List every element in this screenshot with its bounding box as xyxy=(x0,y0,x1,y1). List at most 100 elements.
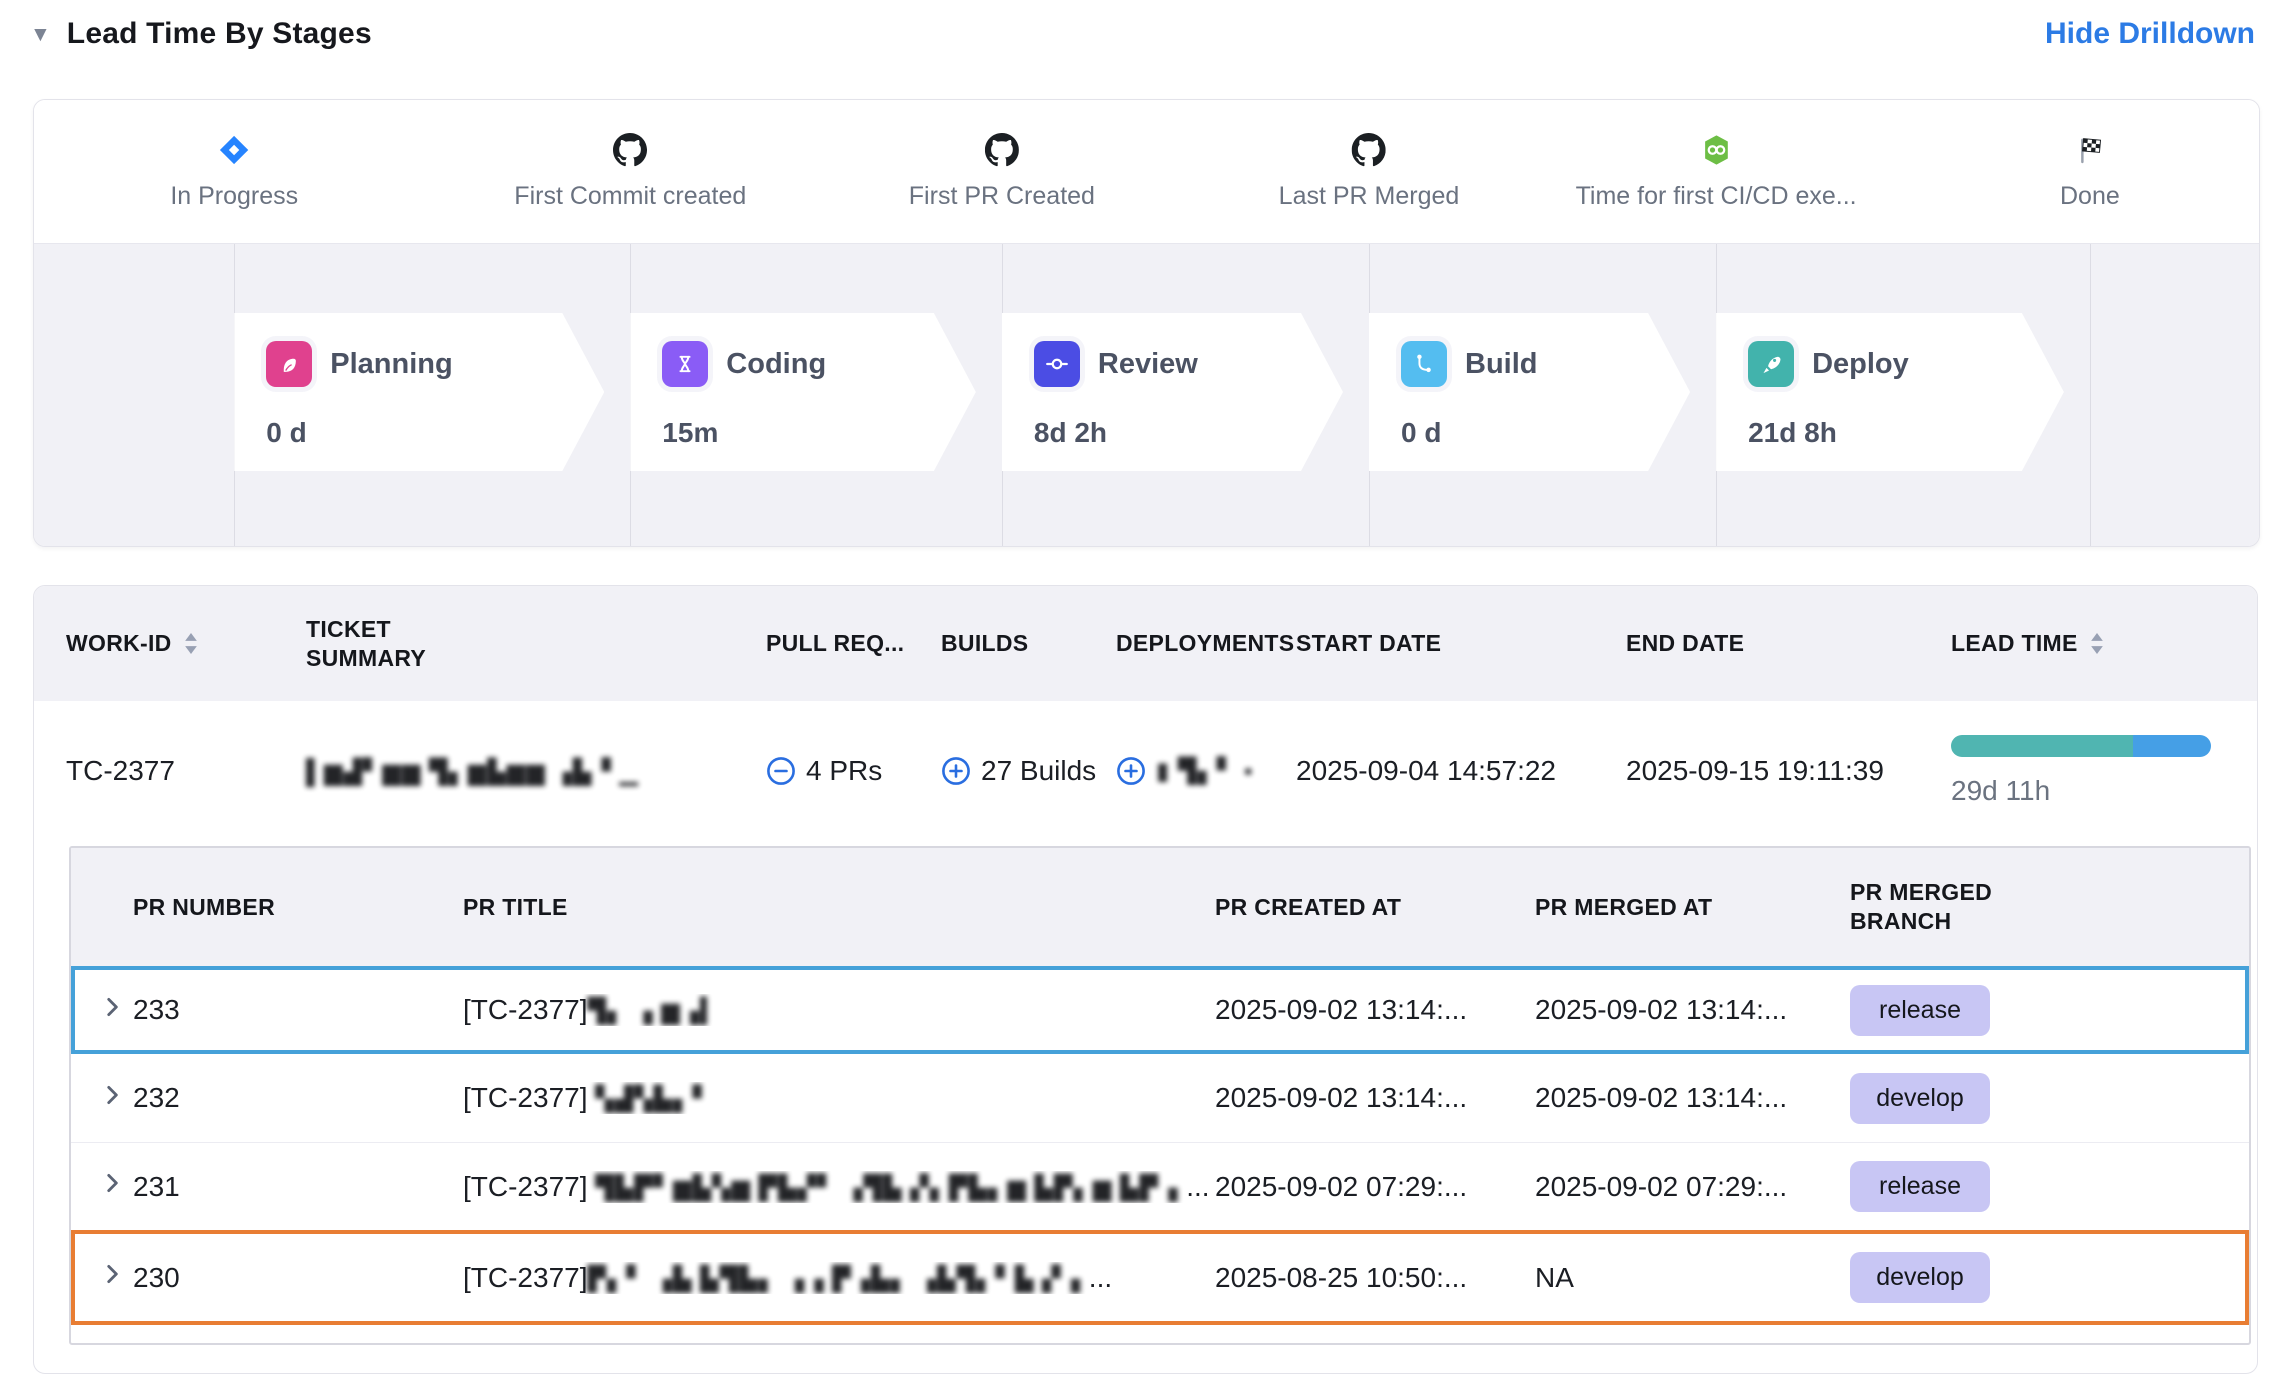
pull-requests-toggle[interactable]: 4 PRs xyxy=(766,755,941,787)
redacted-text: ▮ ▜▖▘ ▪ xyxy=(1156,757,1253,786)
table-row[interactable]: 230 [TC-2377]▛▖▘ ▗▙ ▙▜▙▖ ▗▗ ▛▗▙▖ ▗▙▜▖▘▙ … xyxy=(71,1230,2249,1325)
plus-circle-icon xyxy=(1116,756,1146,786)
expand-chevron-icon[interactable] xyxy=(99,1082,125,1108)
expand-chevron-icon[interactable] xyxy=(99,994,125,1020)
collapse-triangle-icon[interactable]: ▼ xyxy=(30,24,51,45)
column-header-ticket-summary: TICKET SUMMARY xyxy=(306,615,766,673)
pr-number-cell: 233 xyxy=(133,994,463,1026)
builds-toggle[interactable]: 27 Builds xyxy=(941,755,1116,787)
pr-merged-at-cell: 2025-09-02 13:14:... xyxy=(1535,1082,1850,1114)
lead-time-cell: 29d 11h xyxy=(1951,735,2225,807)
pr-title-cell: [TC-2377] ▜▙▛▘▆▙▚▆ ▛▙▞▘ ▗▜▙ ▞▖▛▙▖▆ ▙▛▖▆ … xyxy=(463,1171,1215,1203)
branch-badge: develop xyxy=(1850,1073,1990,1124)
milestone-label: Done xyxy=(2060,182,2120,211)
sort-toggle-icon[interactable] xyxy=(2090,633,2104,654)
lead-time-bar xyxy=(1951,735,2211,757)
column-header-builds: BUILDS xyxy=(941,630,1116,657)
redacted-text: ▜▙▛▘▆▙▚▆ ▛▙▞▘ ▗▜▙ ▞▖▛▙▖▆ ▙▛▖▆ ▙▛▗ xyxy=(595,1175,1178,1202)
finish-flag-icon xyxy=(2072,132,2108,168)
stage-name: Deploy xyxy=(1812,348,1909,381)
table-row[interactable]: TC-2377 ▌▆▟▘▆▆ ▜▖▆▙▆▆ ▗▙▝ ▁ 4 PRs 27 Bui… xyxy=(34,701,2257,841)
work-items-table: WORK-ID TICKET SUMMARY PULL REQ... BUILD… xyxy=(33,585,2258,1374)
redacted-text: ▌▆▟▘▆▆ ▜▖▆▙▆▆ ▗▙▝ ▁ xyxy=(306,759,639,786)
jira-status-icon xyxy=(216,132,252,168)
hide-drilldown-link[interactable]: Hide Drilldown xyxy=(2045,17,2255,51)
redacted-text: ▜▖ ▗ ▆▗▍ xyxy=(588,998,720,1025)
milestone-label: In Progress xyxy=(170,182,298,211)
stage-build: Build 0 d xyxy=(1369,313,1690,471)
lead-bar-segment-blue xyxy=(2133,735,2211,757)
work-table-header: WORK-ID TICKET SUMMARY PULL REQ... BUILD… xyxy=(34,586,2257,701)
branch-badge: release xyxy=(1850,1161,1990,1212)
column-header-start-date: START DATE xyxy=(1296,630,1626,657)
plus-circle-icon xyxy=(941,756,971,786)
page-title: Lead Time By Stages xyxy=(67,17,372,51)
column-header-pr-merged-branch: PR MERGED BRANCH xyxy=(1850,878,2221,936)
stage-deploy: Deploy 21d 8h xyxy=(1716,313,2064,471)
github-icon xyxy=(984,132,1020,168)
stage-name: Review xyxy=(1098,348,1198,381)
column-header-end-date: END DATE xyxy=(1626,630,1951,657)
pr-title-cell: [TC-2377] ▚▟▚▙▖▘ xyxy=(463,1082,1215,1114)
github-icon xyxy=(1351,132,1387,168)
milestone-label: Last PR Merged xyxy=(1279,182,1460,211)
column-header-work-id: WORK-ID xyxy=(66,630,306,657)
stage-duration: 21d 8h xyxy=(1748,417,2064,449)
stage-coding: Coding 15m xyxy=(630,313,976,471)
sort-toggle-icon[interactable] xyxy=(184,633,198,654)
stage-planning: Planning 0 d xyxy=(234,313,604,471)
end-date-cell: 2025-09-15 19:11:39 xyxy=(1626,755,1951,787)
pr-merged-at-cell: NA xyxy=(1535,1262,1850,1294)
deployments-toggle[interactable]: ▮ ▜▖▘ ▪ xyxy=(1116,756,1296,786)
table-row[interactable]: 233 [TC-2377]▜▖ ▗ ▆▗▍ 2025-09-02 13:14:.… xyxy=(71,966,2249,1054)
pr-table-header: PR NUMBER PR TITLE PR CREATED AT PR MERG… xyxy=(71,848,2249,966)
milestone-done: Done xyxy=(2060,100,2120,243)
lead-bar-segment-teal xyxy=(1951,735,2133,757)
stage-duration: 0 d xyxy=(266,417,604,449)
column-header-pull-requests: PULL REQ... xyxy=(766,630,941,657)
stages-flow: Planning 0 d Coding 15m Review 8d 2h xyxy=(34,243,2259,546)
milestone-label: First PR Created xyxy=(909,182,1095,211)
start-date-cell: 2025-09-04 14:57:22 xyxy=(1296,755,1626,787)
redacted-text: ▚▟▚▙▖▘ xyxy=(595,1086,712,1113)
column-header-pr-merged-at: PR MERGED AT xyxy=(1535,894,1850,921)
expand-chevron-icon[interactable] xyxy=(99,1261,125,1287)
stage-duration: 15m xyxy=(662,417,976,449)
pr-created-at-cell: 2025-09-02 07:29:... xyxy=(1215,1171,1535,1203)
milestone-last-pr-merged: Last PR Merged xyxy=(1279,100,1460,243)
cicd-link-icon xyxy=(1698,132,1734,168)
stage-name: Planning xyxy=(330,348,452,381)
milestone-label: First Commit created xyxy=(514,182,746,211)
table-row[interactable]: 231 [TC-2377] ▜▙▛▘▆▙▚▆ ▛▙▞▘ ▗▜▙ ▞▖▛▙▖▆ ▙… xyxy=(71,1142,2249,1230)
lead-time-value: 29d 11h xyxy=(1951,775,2225,807)
branch-badge: release xyxy=(1850,985,1990,1036)
redacted-text: ▛▖▘ ▗▙ ▙▜▙▖ ▗▗ ▛▗▙▖ ▗▙▜▖▘▙ ▞▗ xyxy=(588,1266,1082,1293)
column-header-pr-number: PR NUMBER xyxy=(133,894,463,921)
column-header-deployments: DEPLOYMENTS xyxy=(1116,630,1296,657)
branch-badge: develop xyxy=(1850,1252,1990,1303)
work-id-cell: TC-2377 xyxy=(66,755,306,787)
pull-requests-table: PR NUMBER PR TITLE PR CREATED AT PR MERG… xyxy=(69,846,2251,1345)
stage-duration: 8d 2h xyxy=(1034,417,1343,449)
milestone-cicd: Time for first CI/CD exe... xyxy=(1576,100,1857,243)
stage-duration: 0 d xyxy=(1401,417,1690,449)
minus-circle-icon xyxy=(766,756,796,786)
pr-merged-at-cell: 2025-09-02 07:29:... xyxy=(1535,1171,1850,1203)
milestone-label: Time for first CI/CD exe... xyxy=(1576,182,1857,211)
review-commit-icon xyxy=(1034,341,1080,387)
stage-name: Build xyxy=(1465,348,1538,381)
section-header: ▼ Lead Time By Stages Hide Drilldown xyxy=(30,10,2255,58)
planning-icon xyxy=(266,341,312,387)
stage-name: Coding xyxy=(726,348,826,381)
lead-time-stages-panel: In Progress First Commit created First P… xyxy=(33,99,2260,547)
milestone-first-pr: First PR Created xyxy=(909,100,1095,243)
stage-review: Review 8d 2h xyxy=(1002,313,1343,471)
pr-number-cell: 232 xyxy=(133,1082,463,1114)
table-row[interactable]: 232 [TC-2377] ▚▟▚▙▖▘ 2025-09-02 13:14:..… xyxy=(71,1054,2249,1142)
pr-number-cell: 231 xyxy=(133,1171,463,1203)
expand-chevron-icon[interactable] xyxy=(99,1170,125,1196)
deploy-rocket-icon xyxy=(1748,341,1794,387)
pr-title-cell: [TC-2377]▛▖▘ ▗▙ ▙▜▙▖ ▗▗ ▛▗▙▖ ▗▙▜▖▘▙ ▞▗ .… xyxy=(463,1262,1215,1294)
pr-merged-at-cell: 2025-09-02 13:14:... xyxy=(1535,994,1850,1026)
column-header-lead-time: LEAD TIME xyxy=(1951,630,2225,657)
